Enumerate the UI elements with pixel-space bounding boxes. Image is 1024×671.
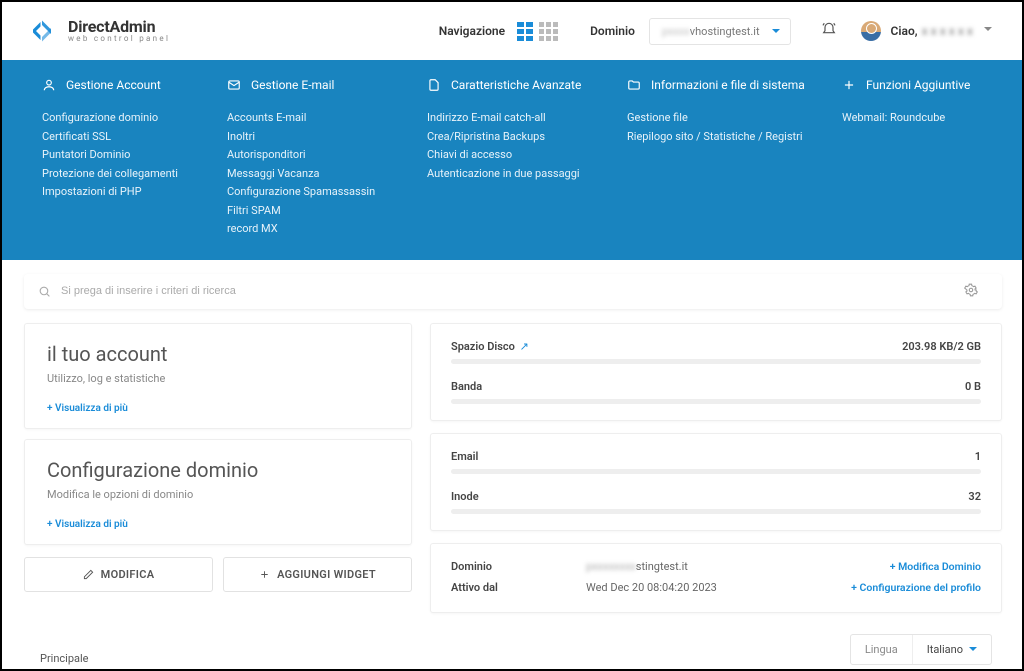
top-header: DirectAdmin web control panel Navigazion… (2, 2, 1022, 60)
file-icon (427, 78, 441, 92)
mega-menu-item[interactable]: Crea/Ripristina Backups (427, 129, 627, 146)
mail-icon (227, 78, 241, 92)
notifications-icon[interactable] (821, 22, 837, 41)
mega-menu-item[interactable]: Autorisponditori (227, 147, 427, 164)
progress-bar (451, 399, 981, 404)
chevron-down-icon (984, 27, 992, 35)
card-subtitle: Modifica le opzioni di dominio (47, 488, 389, 501)
brand-logo[interactable]: DirectAdmin web control panel (30, 16, 439, 46)
mega-menu-item[interactable]: Messaggi Vacanza (227, 166, 427, 183)
stat-value: 1 (975, 450, 981, 463)
brand-name: DirectAdmin (68, 19, 170, 35)
stats-disk-bandwidth: Spazio Disco ↗ 203.98 KB/2 GB Banda 0 B (430, 323, 1002, 421)
view-more-link[interactable]: + Visualizza di più (47, 403, 389, 414)
pencil-icon (83, 569, 94, 580)
user-icon (42, 78, 56, 92)
progress-bar (451, 509, 981, 514)
breadcrumb[interactable]: Principale (40, 652, 89, 665)
mega-list: Configurazione dominio Certificati SSLPun… (42, 110, 227, 201)
mega-menu-item[interactable]: Inoltri (227, 129, 427, 146)
info-value: pxxxxxxxxstingtest.it (586, 560, 890, 573)
view-more-link[interactable]: + Visualizza di più (47, 519, 389, 530)
folder-icon (627, 78, 641, 92)
mega-col-email: Gestione E-mail Accounts E-mailInoltriAu… (227, 78, 427, 240)
profile-config-link[interactable]: + Configurazione del profilo (851, 581, 981, 594)
user-greeting[interactable]: Ciao, xxxxxx (891, 24, 992, 38)
mega-menu-item[interactable]: Webmail: Roundcube (842, 110, 1002, 127)
brand-tagline: web control panel (68, 35, 170, 43)
mega-menu-item[interactable]: Protezione dei collegamenti (42, 166, 227, 183)
domain-label: Dominio (590, 24, 635, 38)
mega-col-extras: Funzioni Aggiuntive Webmail: Roundcube (842, 78, 1002, 240)
mega-menu-item[interactable]: Configurazione Spamassassin (227, 184, 427, 201)
edit-button[interactable]: MODIFICA (24, 557, 213, 592)
mega-menu-item[interactable]: Certificati SSL (42, 129, 227, 146)
user-avatar-icon[interactable] (861, 21, 881, 41)
card-subtitle: Utilizzo, log e statistiche (47, 372, 389, 385)
card-title: Configurazione dominio (47, 458, 389, 482)
mega-list: Indirizzo E-mail catch-all Crea/Ripristin… (427, 110, 627, 182)
info-key: Attivo dal (451, 581, 586, 594)
stat-value: 0 B (965, 380, 981, 393)
mega-menu-item[interactable]: Riepilogo sito / Statistiche / Registri (627, 129, 842, 146)
mega-menu-item[interactable]: Chiavi di accesso (427, 147, 627, 164)
mega-menu: Gestione Account Configurazione dominioC… (2, 60, 1022, 260)
info-key: Dominio (451, 560, 586, 573)
mega-menu-item[interactable]: Accounts E-mail (227, 110, 427, 127)
directadmin-logo-icon (30, 16, 60, 46)
mega-menu-item[interactable]: Filtri SPAM (227, 203, 427, 220)
stat-value: 32 (968, 490, 981, 503)
language-label: Lingua (851, 635, 913, 664)
stat-label: Banda (451, 380, 482, 393)
mega-list: Gestione file Riepilogo sito / Statistich… (627, 110, 842, 145)
search-bar (24, 274, 1002, 309)
plus-icon (842, 78, 856, 92)
domain-info-card: Dominio pxxxxxxxxstingtest.it + Modifica… (430, 543, 1002, 613)
mega-menu-item[interactable]: Configurazione dominio (42, 110, 227, 127)
mega-col-system: Informazioni e file di sistema Gestione … (627, 78, 842, 240)
card-title: il tuo account (47, 342, 389, 366)
mega-col-advanced: Caratteristiche Avanzate Indirizzo E-mai… (427, 78, 627, 240)
search-icon (38, 285, 51, 298)
stat-label: Spazio Disco (451, 340, 515, 353)
modify-domain-link[interactable]: + Modifica Dominio (890, 560, 981, 573)
stats-email-inode: Email 1 Inode 32 (430, 433, 1002, 531)
language-selector[interactable]: Lingua Italiano (850, 634, 992, 665)
language-value[interactable]: Italiano (913, 635, 991, 664)
domain-select[interactable]: pxxxxvhostingtest.it (649, 18, 791, 45)
mega-col-account: Gestione Account Configurazione dominioC… (42, 78, 227, 240)
stat-value: 203.98 KB/2 GB (902, 340, 981, 353)
mega-list: Accounts E-mail InoltriAutorisponditori Me… (227, 110, 427, 238)
add-widget-button[interactable]: AGGIUNGI WIDGET (223, 557, 412, 592)
progress-bar (451, 359, 981, 364)
progress-bar (451, 469, 981, 474)
settings-icon[interactable] (964, 283, 988, 300)
nav-label: Navigazione (439, 24, 505, 38)
search-input[interactable] (61, 285, 964, 297)
card-domain-config: Configurazione dominio Modifica le opzio… (24, 439, 412, 545)
mega-menu-item[interactable]: Puntatori Dominio (42, 147, 227, 164)
nav-view-rows-icon[interactable] (517, 22, 533, 41)
card-account: il tuo account Utilizzo, log e statistic… (24, 323, 412, 429)
footer: Principale Lingua Italiano (0, 629, 1024, 667)
mega-menu-item[interactable]: Indirizzo E-mail catch-all (427, 110, 627, 127)
stat-label: Inode (451, 490, 479, 503)
mega-menu-item[interactable]: Impostazioni di PHP (42, 184, 227, 201)
mega-menu-item[interactable]: Gestione file (627, 110, 842, 127)
mega-menu-item[interactable]: Autenticazione in due passaggi (427, 166, 627, 183)
info-value: Wed Dec 20 08:04:20 2023 (586, 581, 851, 594)
plus-icon (259, 569, 270, 580)
mega-menu-item[interactable]: record MX (227, 221, 427, 238)
main-content: il tuo account Utilizzo, log e statistic… (2, 323, 1022, 613)
external-link-icon[interactable]: ↗ (520, 340, 529, 353)
nav-view-grid-icon[interactable] (539, 22, 558, 41)
mega-list: Webmail: Roundcube (842, 110, 1002, 127)
stat-label: Email (451, 450, 478, 463)
